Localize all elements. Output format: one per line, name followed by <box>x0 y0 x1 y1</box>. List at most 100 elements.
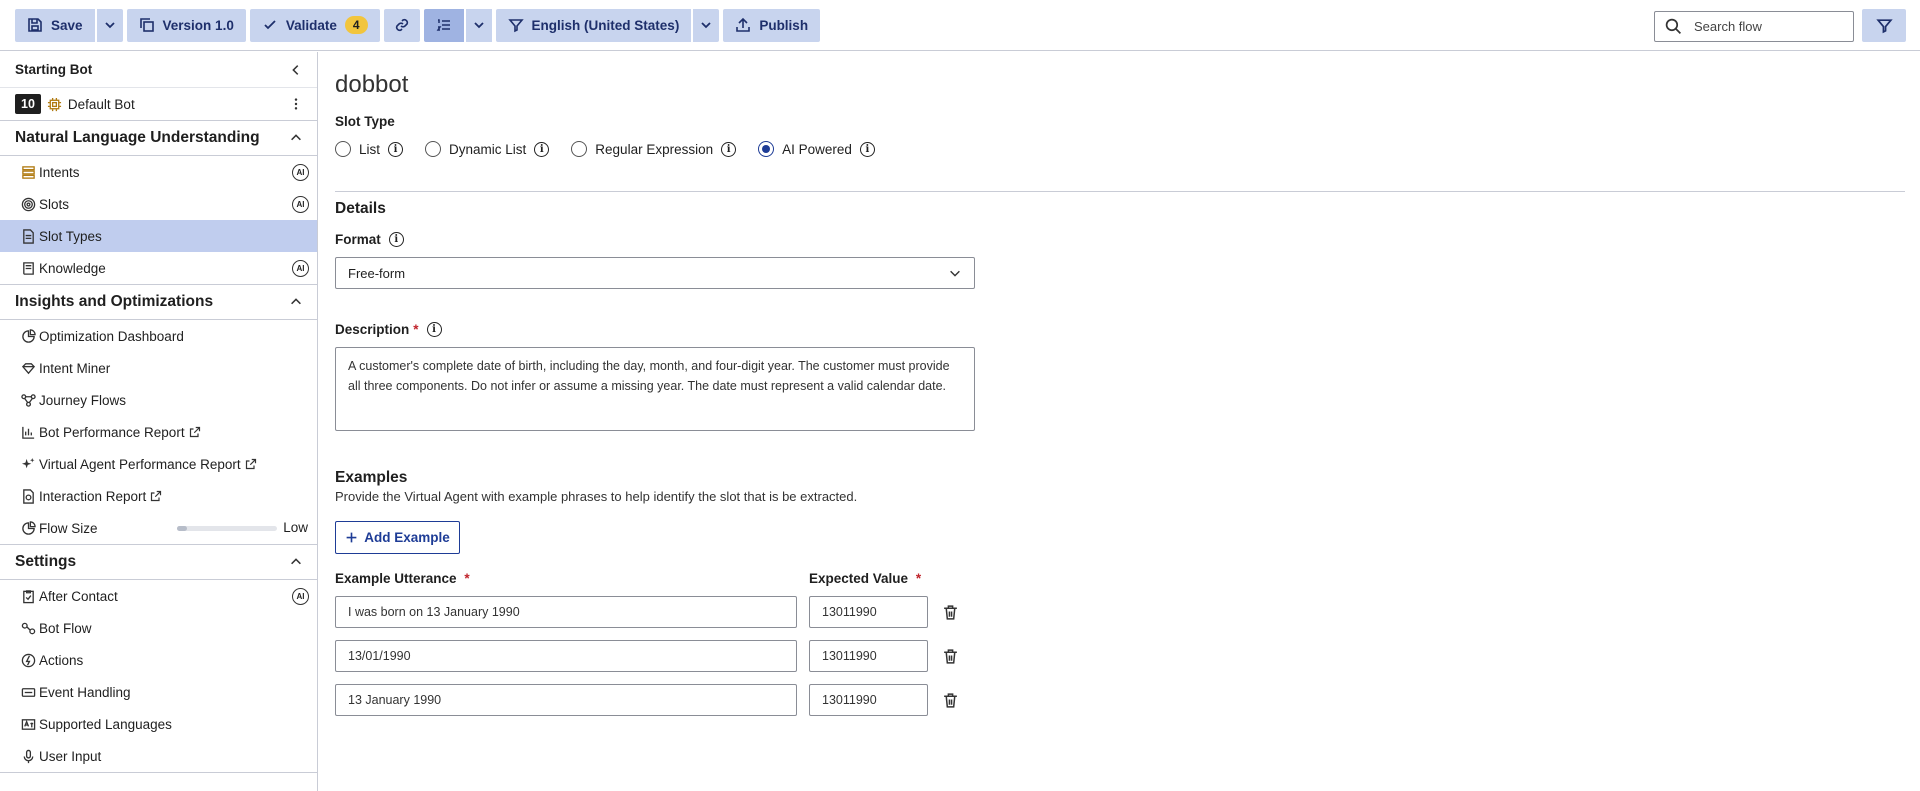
sidebar-item-label: Event Handling <box>39 684 131 700</box>
list-view-dropdown-button[interactable] <box>463 8 492 42</box>
sidebar-item-intent-miner[interactable]: Intent Miner <box>0 352 317 384</box>
section-nlu-title: Natural Language Understanding <box>15 129 260 146</box>
kebab-menu-icon[interactable] <box>289 97 303 111</box>
plus-icon <box>345 531 358 544</box>
validate-button[interactable]: Validate 4 <box>249 8 380 42</box>
save-dropdown-button[interactable] <box>94 8 123 42</box>
sidebar-item-flow-size: Flow Size Low <box>0 512 317 544</box>
sidebar-item-after-contact[interactable]: After Contact AI <box>0 580 317 612</box>
description-label: Description <box>335 322 410 337</box>
chevron-down-icon <box>948 266 962 280</box>
sidebar-item-label: After Contact <box>39 588 118 604</box>
radio-list[interactable]: List i <box>335 141 404 157</box>
version-button[interactable]: Version 1.0 <box>126 8 246 42</box>
save-button-group: Save <box>15 8 123 42</box>
radio-ai-powered[interactable]: AI Powered i <box>758 141 875 157</box>
expected-value-input[interactable]: 13011990 <box>809 684 928 716</box>
sidebar-item-label: Actions <box>39 652 84 668</box>
sidebar-item-virtual-agent-performance-report[interactable]: Virtual Agent Performance Report <box>0 448 317 480</box>
info-icon[interactable]: i <box>426 322 442 337</box>
filter-button[interactable] <box>1862 9 1906 42</box>
trash-icon[interactable] <box>942 692 959 709</box>
format-select[interactable]: Free-form <box>335 257 975 289</box>
description-label-row: Description * i <box>335 322 1905 337</box>
ai-icon: AI <box>292 164 309 181</box>
sidebar-item-journey-flows[interactable]: Journey Flows <box>0 384 317 416</box>
example-utterance-input[interactable]: 13 January 1990 <box>335 684 797 716</box>
bot-selector[interactable]: 10 Default Bot <box>0 88 317 121</box>
language-label: English (United States) <box>531 17 680 33</box>
link-button[interactable] <box>383 8 420 42</box>
chevron-down-icon <box>471 17 487 33</box>
save-icon <box>27 17 43 33</box>
event-icon <box>20 684 36 700</box>
format-label: Format <box>335 232 381 247</box>
sidebar-item-slot-types[interactable]: Slot Types <box>0 220 317 252</box>
details-title: Details <box>335 200 386 217</box>
expected-value-input[interactable]: 13011990 <box>809 596 928 628</box>
collapse-sidebar-button[interactable] <box>289 63 303 77</box>
sidebar-item-bot-performance-report[interactable]: Bot Performance Report <box>0 416 317 448</box>
chevron-up-icon <box>289 131 303 145</box>
example-utterance-input[interactable]: 13/01/1990 <box>335 640 797 672</box>
info-icon[interactable]: i <box>534 141 550 157</box>
examples-list: I was born on 13 January 1990 13011990 1… <box>335 596 1905 716</box>
sidebar-item-optimization-dashboard[interactable]: Optimization Dashboard <box>0 320 317 352</box>
sidebar-item-label: Bot Performance Report <box>39 424 185 440</box>
radio-dynamic-list[interactable]: Dynamic List i <box>425 141 550 157</box>
info-icon[interactable]: i <box>859 141 875 157</box>
bot-name: Default Bot <box>67 96 135 112</box>
description-textarea[interactable]: A customer's complete date of birth, inc… <box>335 347 975 431</box>
sidebar-item-interaction-report[interactable]: Interaction Report <box>0 480 317 512</box>
external-link-icon <box>150 490 162 502</box>
language-filter-button[interactable]: English (United States) <box>496 9 692 42</box>
info-icon[interactable]: i <box>721 141 737 157</box>
info-icon[interactable]: i <box>388 141 404 157</box>
section-nlu-header[interactable]: Natural Language Understanding <box>0 121 317 156</box>
format-label-row: Format i <box>335 232 1905 247</box>
section-insights-header[interactable]: Insights and Optimizations <box>0 285 317 320</box>
radio-regular-expression[interactable]: Regular Expression i <box>571 141 737 157</box>
search-input[interactable]: Search flow <box>1654 11 1854 42</box>
example-utterance-input[interactable]: I was born on 13 January 1990 <box>335 596 797 628</box>
flow-size-bar <box>177 526 277 531</box>
report-icon <box>20 488 36 504</box>
link-icon <box>394 17 410 33</box>
publish-button[interactable]: Publish <box>723 8 821 42</box>
radio-circle <box>425 141 442 157</box>
format-value: Free-form <box>348 265 406 281</box>
sidebar-item-event-handling[interactable]: Event Handling <box>0 676 317 708</box>
main-content: dobbot Slot Type List i Dynamic List i R… <box>335 52 1905 716</box>
sidebar-item-supported-languages[interactable]: Supported Languages <box>0 708 317 740</box>
add-example-label: Add Example <box>364 530 450 545</box>
sidebar-item-knowledge[interactable]: Knowledge AI <box>0 252 317 284</box>
section-settings-header[interactable]: Settings <box>0 545 317 580</box>
sidebar-item-intents[interactable]: Intents AI <box>0 156 317 188</box>
sidebar-item-user-input[interactable]: User Input <box>0 740 317 772</box>
intents-icon <box>20 164 36 180</box>
chevron-down-icon <box>102 17 118 33</box>
divider <box>335 191 1905 192</box>
trash-icon[interactable] <box>942 604 959 621</box>
ai-icon: AI <box>292 588 309 605</box>
sidebar: Starting Bot 10 Default Bot Natural Lang… <box>0 52 318 791</box>
add-example-button[interactable]: Add Example <box>335 521 460 554</box>
sidebar-item-label: Knowledge <box>39 260 106 276</box>
bot-number: 10 <box>15 94 41 114</box>
sidebar-item-label: Virtual Agent Performance Report <box>39 456 241 472</box>
trash-icon[interactable] <box>942 648 959 665</box>
list-view-button[interactable] <box>424 9 464 42</box>
chevron-up-icon <box>289 295 303 309</box>
sidebar-item-label: User Input <box>39 748 102 764</box>
examples-title: Examples <box>335 469 408 486</box>
expected-value-input[interactable]: 13011990 <box>809 640 928 672</box>
sidebar-item-bot-flow[interactable]: Bot Flow <box>0 612 317 644</box>
language-dropdown-button[interactable] <box>691 8 719 42</box>
info-icon[interactable]: i <box>388 232 404 247</box>
required-asterisk: * <box>915 571 922 586</box>
sidebar-item-label: Supported Languages <box>39 716 172 732</box>
sidebar-item-actions[interactable]: Actions <box>0 644 317 676</box>
required-asterisk: * <box>464 571 470 586</box>
save-button[interactable]: Save <box>15 9 95 42</box>
sidebar-item-slots[interactable]: Slots AI <box>0 188 317 220</box>
